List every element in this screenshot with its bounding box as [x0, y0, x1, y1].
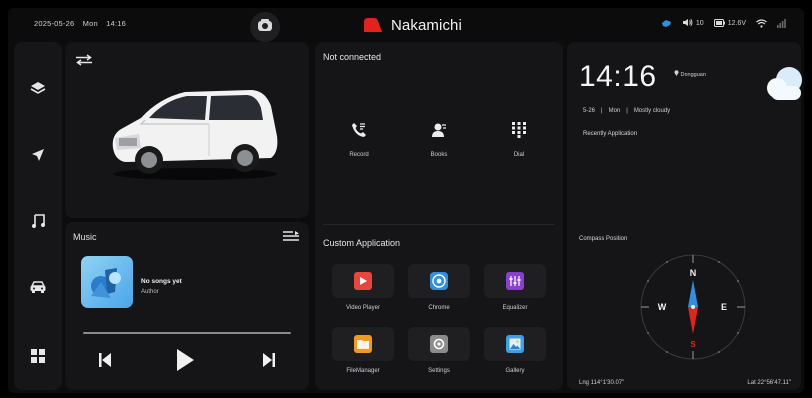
status-weekday: Mon: [82, 19, 98, 28]
car-icon: [29, 280, 47, 299]
location: Dongguan: [674, 70, 706, 78]
sidebar-item-car[interactable]: [14, 271, 62, 307]
skip-previous-icon: [98, 352, 112, 373]
record-button[interactable]: Record: [339, 120, 379, 170]
folder-icon: [354, 335, 372, 353]
status-time: 14:16: [106, 19, 126, 28]
dial-button[interactable]: Dial: [499, 120, 539, 170]
progress-bar[interactable]: [83, 332, 291, 334]
brand: Nakamichi: [364, 14, 462, 36]
weather-weekday: Mon: [608, 108, 621, 114]
camera-button[interactable]: [250, 12, 280, 42]
books-label: Books: [430, 152, 448, 158]
status-date: 2025-05-26: [34, 19, 75, 28]
books-button[interactable]: Books: [419, 120, 459, 170]
volume-indicator[interactable]: 10: [682, 18, 704, 29]
app-settings[interactable]: Settings: [407, 327, 471, 377]
equalizer-icon: [506, 272, 524, 290]
contacts-icon: [419, 120, 459, 140]
app-gallery[interactable]: Gallery: [483, 327, 547, 377]
next-button[interactable]: [259, 350, 279, 374]
sidebar: [14, 42, 62, 390]
app-label: Settings: [428, 368, 450, 374]
compass-title: Compass Position: [579, 236, 628, 242]
song-author: Author: [141, 289, 159, 295]
swap-icon[interactable]: [75, 53, 93, 71]
bluetooth-icon: [661, 19, 672, 28]
clock-time: 14:16: [579, 60, 657, 93]
dialpad-icon: [499, 120, 539, 140]
custom-application-title: Custom Application: [323, 238, 401, 248]
album-art[interactable]: [81, 256, 133, 308]
call-record-icon: [339, 120, 379, 140]
music-note-icon: [31, 213, 45, 234]
weather-date-line: 5-26 | Mon | Mostly cloudy: [583, 108, 671, 114]
sidebar-item-music[interactable]: [14, 205, 62, 241]
playlist-icon[interactable]: [283, 230, 299, 248]
phone-and-apps-panel: Not connected Record Books Dial Custom A…: [315, 42, 563, 390]
app-label: Gallery: [505, 368, 525, 374]
weather-compass-panel: 14:16 Dongguan 5-26 | Mon | Mostly cloudy Re…: [567, 42, 804, 390]
layers-icon: [30, 81, 46, 100]
music-title: Music: [73, 232, 97, 242]
compass-needle-icon: [688, 280, 698, 334]
latitude: Lat 22°56'47.11": [747, 380, 791, 386]
app-equalizer[interactable]: Equalizer: [483, 264, 547, 314]
camera-icon: [257, 18, 273, 37]
app-label: FileManager: [346, 368, 380, 374]
sidebar-item-apps[interactable]: [14, 340, 62, 376]
app-label: Chrome: [428, 305, 450, 311]
volume-level: 10: [695, 20, 704, 27]
vehicle-image: [105, 78, 281, 182]
settings-icon: [430, 335, 448, 353]
apps-grid-icon: [31, 348, 45, 368]
vehicle-panel[interactable]: [65, 42, 309, 218]
volume-icon: [682, 18, 693, 29]
battery-voltage: 12.6V: [727, 20, 746, 27]
weather-date: 5-26: [583, 108, 596, 114]
brand-name: Nakamichi: [391, 16, 462, 34]
nakamichi-logo-icon: [364, 18, 388, 32]
gallery-icon: [506, 335, 524, 353]
compass-east: E: [721, 302, 727, 312]
status-bar: 2025-05-26 Mon 14:16 Nakamichi 10 12.6V: [8, 8, 804, 42]
song-title: No songs yet: [141, 278, 182, 285]
skip-next-icon: [262, 352, 276, 373]
record-label: Record: [349, 152, 369, 158]
battery-indicator: 12.6V: [713, 18, 746, 29]
battery-icon: [713, 18, 725, 29]
navigation-icon: [31, 148, 45, 167]
app-chrome[interactable]: Chrome: [407, 264, 471, 314]
compass-west: W: [658, 302, 667, 312]
chrome-icon: [430, 272, 448, 290]
app-file-manager[interactable]: FileManager: [331, 327, 395, 377]
head-unit-screen: 2025-05-26 Mon 14:16 Nakamichi 10 12.6V …: [8, 8, 804, 393]
cloud-icon: [763, 64, 804, 106]
location-name: Dongguan: [680, 72, 706, 78]
compass-south: S: [690, 340, 696, 349]
wifi-icon: [756, 19, 767, 28]
status-indicators: 10 12.6V: [661, 18, 786, 29]
phone-connection-status: Not connected: [323, 52, 382, 62]
dial-label: Dial: [513, 152, 525, 158]
panel-divider: [323, 224, 555, 225]
play-icon: [175, 348, 195, 377]
app-label: Video Player: [346, 305, 380, 311]
previous-button[interactable]: [95, 350, 115, 374]
recent-applications-title: Recently Application: [583, 131, 638, 137]
video-player-icon: [354, 272, 372, 290]
longitude: Lng 114°1'30.07": [579, 380, 625, 386]
signal-icon: [777, 19, 786, 28]
status-datetime: 2025-05-26 Mon 14:16: [34, 19, 132, 28]
app-video-player[interactable]: Video Player: [331, 264, 395, 314]
play-button[interactable]: [175, 348, 195, 377]
app-label: Equalizer: [502, 305, 528, 311]
compass: N W E S: [638, 252, 748, 362]
sidebar-item-navigation[interactable]: [14, 139, 62, 175]
sidebar-item-layers[interactable]: [14, 72, 62, 108]
music-panel: Music No songs yet Author: [65, 222, 309, 390]
compass-north: N: [690, 268, 697, 278]
weather-condition: Mostly cloudy: [633, 108, 671, 114]
